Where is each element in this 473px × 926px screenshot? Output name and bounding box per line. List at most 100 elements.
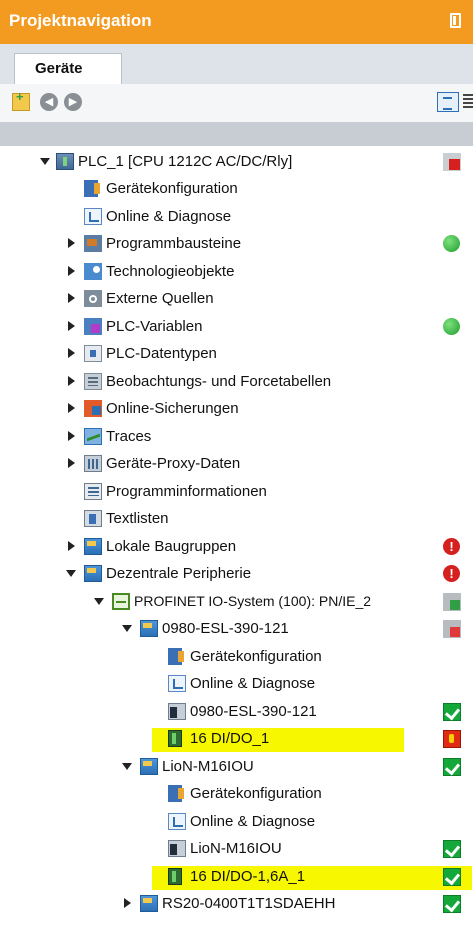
tree-item-lion-station[interactable]: LioN-M16IOU [0, 835, 473, 862]
collapse-arrow-icon[interactable] [122, 625, 132, 632]
io-device-folder-icon [140, 620, 158, 637]
expand-arrow-icon[interactable] [68, 348, 75, 358]
expand-arrow-icon[interactable] [68, 431, 75, 441]
check-icon [443, 868, 461, 886]
expand-arrow-icon[interactable] [68, 238, 75, 248]
tree-item-label: Programminformationen [106, 483, 267, 500]
expand-arrow-icon[interactable] [124, 898, 131, 908]
tree-item-external-sources[interactable]: Externe Quellen [0, 285, 473, 312]
panel-titlebar: Projektnavigation [0, 0, 473, 44]
tree-item-label: RS20-0400T1T1SDAEHH [162, 895, 336, 912]
tree-item-plc-tags[interactable]: PLC-Variablen [0, 313, 473, 340]
tree-item-esl-module[interactable]: 16 DI/DO_1 [0, 725, 473, 752]
check-icon [443, 895, 461, 913]
tree-item-plc[interactable]: PLC_1 [CPU 1212C AC/DC/Rly] [0, 148, 473, 175]
expand-arrow-icon[interactable] [68, 321, 75, 331]
profinet-system-icon [112, 593, 130, 610]
pin-icon[interactable] [450, 13, 461, 28]
tree-item-label: Textlisten [106, 510, 169, 527]
tree-item-online-diagnostics[interactable]: Online & Diagnose [0, 203, 473, 230]
io-module-icon [168, 730, 182, 747]
text-lists-icon [84, 510, 102, 527]
new-folder-icon[interactable] [12, 89, 30, 111]
program-info-icon [84, 483, 102, 500]
tree-item-label: Geräte-Proxy-Daten [106, 455, 241, 472]
online-diagnostics-icon [168, 813, 186, 830]
tree-item-text-lists[interactable]: Textlisten [0, 505, 473, 532]
tree-item-label: PROFINET IO-System (100): PN/IE_2 [134, 593, 372, 609]
tree-item-program-blocks[interactable]: Programmbausteine [0, 230, 473, 257]
plc-error-icon [443, 153, 461, 171]
device-config-icon [84, 180, 100, 197]
expand-arrow-icon[interactable] [68, 266, 75, 276]
green-dot-icon [443, 235, 460, 252]
tree-item-local-modules[interactable]: Lokale Baugruppen ! [0, 533, 473, 560]
tree-item-label: Gerätekonfiguration [190, 648, 322, 665]
tree-item-online-backups[interactable]: Online-Sicherungen [0, 395, 473, 422]
io-device-folder-icon [140, 758, 158, 775]
io-device-folder-icon [140, 895, 158, 912]
tree-item-lion-online-diagnostics[interactable]: Online & Diagnose [0, 808, 473, 835]
toolbar: ◀ ▶ [0, 84, 473, 122]
expand-arrow-icon[interactable] [68, 541, 75, 551]
online-backups-icon [84, 400, 102, 417]
tree-item-label: 16 DI/DO_1 [190, 730, 270, 747]
tree-item-label: Gerätekonfiguration [190, 785, 322, 802]
expand-arrow-icon[interactable] [68, 458, 75, 468]
tree-item-label: Dezentrale Peripherie [106, 565, 252, 582]
device-config-icon [168, 648, 184, 665]
tree-item-esl-online-diagnostics[interactable]: Online & Diagnose [0, 670, 473, 697]
tree-item-lion-device[interactable]: LioN-M16IOU [0, 753, 473, 780]
tree-item-esl-station[interactable]: 0980-ESL-390-121 [0, 698, 473, 725]
collapse-arrow-icon[interactable] [94, 598, 104, 605]
tree-item-plc-datatypes[interactable]: PLC-Datentypen [0, 340, 473, 367]
tree-item-label: Programmbausteine [106, 235, 242, 252]
tree-item-device-config[interactable]: Gerätekonfiguration [0, 175, 473, 202]
tree-item-technology-objects[interactable]: Technologieobjekte [0, 258, 473, 285]
online-diagnostics-icon [168, 675, 186, 692]
collapse-arrow-icon[interactable] [40, 158, 50, 165]
plc-icon [56, 153, 74, 170]
technology-objects-icon [84, 263, 102, 280]
tree-item-label: Gerätekonfiguration [106, 180, 238, 197]
details-view-icon[interactable] [463, 94, 473, 110]
tree-item-label: 0980-ESL-390-121 [190, 703, 317, 720]
wrench-error-icon [443, 730, 461, 748]
tree-item-device-proxy[interactable]: Geräte-Proxy-Daten [0, 450, 473, 477]
plc-datatypes-icon [84, 345, 102, 362]
tree-item-label: PLC-Datentypen [106, 345, 217, 362]
expand-arrow-icon[interactable] [68, 376, 75, 386]
tree-item-label: PLC-Variablen [106, 318, 203, 335]
tree-item-rs20-device[interactable]: RS20-0400T1T1SDAEHH [0, 890, 473, 917]
expand-arrow-icon[interactable] [68, 293, 75, 303]
tree-item-program-info[interactable]: Programminformationen [0, 478, 473, 505]
device-proxy-icon [84, 455, 102, 472]
network-warning-icon [443, 593, 461, 611]
collapse-arrow-icon[interactable] [122, 763, 132, 770]
expand-arrow-icon[interactable] [68, 403, 75, 413]
tree-header [0, 122, 473, 146]
tree-item-label: Traces [106, 428, 152, 445]
check-icon [443, 840, 461, 858]
forward-icon[interactable]: ▶ [64, 93, 82, 111]
program-blocks-icon [84, 235, 102, 252]
back-icon[interactable]: ◀ [40, 93, 58, 111]
tree-item-lion-module[interactable]: 16 DI/DO-1,6A_1 [0, 863, 473, 890]
error-icon: ! [443, 565, 460, 582]
tab-devices[interactable]: Geräte [14, 53, 122, 84]
tree-item-esl-device-config[interactable]: Gerätekonfiguration [0, 643, 473, 670]
plc-tags-icon [84, 318, 102, 335]
tree-item-esl-device[interactable]: 0980-ESL-390-121 [0, 615, 473, 642]
io-module-icon [168, 868, 182, 885]
external-sources-icon [84, 290, 102, 307]
tree-item-label: Lokale Baugruppen [106, 538, 237, 555]
distributed-io-icon [84, 565, 102, 582]
collapse-arrow-icon[interactable] [66, 570, 76, 577]
tree-item-watch-tables[interactable]: Beobachtungs- und Forcetabellen [0, 368, 473, 395]
network-warning-icon [443, 620, 461, 638]
tree-item-profinet-system[interactable]: PROFINET IO-System (100): PN/IE_2 [0, 588, 473, 615]
overview-icon[interactable] [437, 92, 459, 112]
tree-item-lion-device-config[interactable]: Gerätekonfiguration [0, 780, 473, 807]
tree-item-traces[interactable]: Traces [0, 423, 473, 450]
tree-item-distributed-io[interactable]: Dezentrale Peripherie ! [0, 560, 473, 587]
